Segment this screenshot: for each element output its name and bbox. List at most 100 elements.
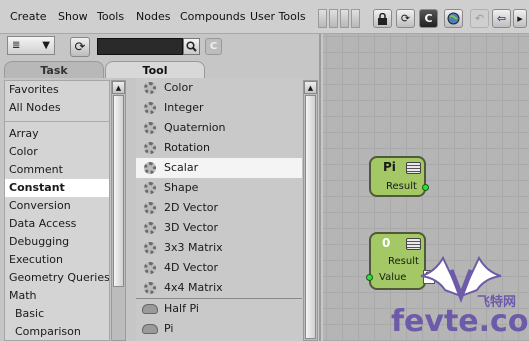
back-button[interactable]: ⇦	[492, 9, 511, 28]
category-comment[interactable]: Comment	[5, 161, 109, 179]
tool-item-label: Pi	[164, 322, 174, 335]
tool-item-quaternion[interactable]: Quaternion	[136, 118, 302, 138]
tool-item-4d-vector[interactable]: 4D Vector	[136, 258, 302, 278]
tool-item-pi[interactable]: Pi	[136, 319, 302, 339]
category-color[interactable]: Color	[5, 143, 109, 161]
gear-icon	[144, 142, 156, 154]
category-scroll-thumb[interactable]	[113, 95, 124, 287]
c-icon: C	[209, 41, 218, 52]
library-refresh-button[interactable]: ⟳	[70, 37, 90, 57]
category-execution[interactable]: Execution	[5, 251, 109, 269]
menu-nodes[interactable]: Nodes	[136, 10, 170, 23]
tool-item-label: 4D Vector	[164, 261, 219, 274]
category-basic[interactable]: Basic	[5, 305, 109, 323]
pi-node[interactable]: Pi Result	[369, 156, 429, 197]
tool-item-label: Color	[164, 81, 193, 94]
c-button[interactable]: C	[419, 9, 438, 28]
category-list: Favorites All Nodes Array Color Comment …	[4, 80, 110, 341]
tool-item-2d-vector[interactable]: 2D Vector	[136, 198, 302, 218]
tool-scrollbar[interactable]: ▲	[303, 80, 318, 341]
tool-item-label: Shape	[164, 181, 199, 194]
category-debugging[interactable]: Debugging	[5, 233, 109, 251]
clear-search-button[interactable]: C	[205, 38, 222, 55]
node-menu-icon[interactable]	[406, 238, 421, 250]
category-scrollbar[interactable]: ▲	[111, 80, 126, 341]
refresh-icon: ⟳	[400, 12, 411, 25]
tool-item-shape[interactable]: Shape	[136, 178, 302, 198]
tool-item-label: 4x4 Matrix	[164, 281, 223, 294]
tool-item-4x4-matrix[interactable]: 4x4 Matrix	[136, 278, 302, 298]
forward-button[interactable]: ▸	[513, 9, 527, 28]
node-title: 0	[382, 236, 391, 250]
category-favorites[interactable]: Favorites	[5, 81, 109, 99]
lock-button[interactable]	[373, 9, 392, 28]
refresh-icon: ⟳	[74, 39, 86, 55]
toolbar-grip-2[interactable]	[329, 9, 338, 28]
forward-icon: ▸	[517, 12, 523, 25]
gear-icon	[144, 282, 156, 294]
tool-item-color[interactable]: Color	[136, 78, 302, 98]
menu-compounds[interactable]: Compounds	[180, 10, 246, 23]
tab-tool[interactable]: Tool	[105, 61, 205, 78]
input-port[interactable]	[366, 274, 373, 281]
gear-icon	[144, 162, 156, 174]
compound-icon	[142, 324, 158, 334]
gear-icon	[144, 202, 156, 214]
category-conversion[interactable]: Conversion	[5, 197, 109, 215]
refresh-button[interactable]: ⟳	[396, 9, 415, 28]
category-array[interactable]: Array	[5, 125, 109, 143]
tool-item-label: Quaternion	[164, 121, 226, 134]
chevron-down-icon: ▼	[42, 40, 50, 51]
watermark-logo: 飞特网 fevte.com	[391, 250, 529, 341]
tool-list: Color Integer Quaternion Rotation Scalar…	[136, 78, 302, 341]
toolbar-grip-3[interactable]	[340, 9, 349, 28]
gear-icon	[144, 182, 156, 194]
category-math[interactable]: Math	[5, 287, 109, 305]
category-constant[interactable]: Constant	[5, 179, 109, 197]
category-comparison[interactable]: Comparison	[5, 323, 109, 340]
tab-task[interactable]: Task	[4, 61, 104, 78]
tool-item-label: 3x3 Matrix	[164, 241, 223, 254]
gear-icon	[144, 82, 156, 94]
menu-create[interactable]: Create	[10, 10, 47, 23]
tool-item-label: Rotation	[164, 141, 211, 154]
output-port[interactable]	[422, 184, 429, 191]
c-icon: C	[424, 12, 433, 25]
scroll-up-arrow[interactable]: ▲	[112, 81, 125, 94]
compound-icon	[142, 304, 158, 314]
tool-item-half-pi[interactable]: Half Pi	[136, 299, 302, 319]
gear-icon	[144, 222, 156, 234]
tool-item-label: Scalar	[164, 161, 199, 174]
tool-item-rotation[interactable]: Rotation	[136, 138, 302, 158]
back-arrow-icon: ⇦	[496, 12, 507, 25]
search-button[interactable]	[183, 38, 200, 55]
gear-icon	[144, 122, 156, 134]
menu-user-tools[interactable]: User Tools	[250, 10, 306, 23]
graph-canvas[interactable]: Pi Result 0 Result Value 0 飞特网 fevte.com	[323, 34, 529, 341]
menu-show[interactable]: Show	[58, 10, 88, 23]
tool-item-label: 2D Vector	[164, 201, 219, 214]
search-input[interactable]	[97, 38, 183, 55]
category-data-access[interactable]: Data Access	[5, 215, 109, 233]
menu-bar: Create Show Tools Nodes Compounds User T…	[0, 0, 529, 34]
toolbar-grip-4[interactable]	[351, 9, 360, 28]
undo-button[interactable]: ↶	[470, 9, 489, 28]
toolbar-grip-1[interactable]	[318, 9, 327, 28]
filter-dropdown[interactable]: ≣ ▼	[7, 36, 55, 55]
gear-icon	[144, 262, 156, 274]
scroll-up-arrow[interactable]: ▲	[304, 81, 317, 94]
gear-icon	[144, 102, 156, 114]
category-geometry-queries[interactable]: Geometry Queries	[5, 269, 109, 287]
tool-item-scalar[interactable]: Scalar	[136, 158, 302, 178]
node-menu-icon[interactable]	[406, 162, 421, 174]
node-title: Pi	[383, 160, 396, 174]
menu-tools[interactable]: Tools	[97, 10, 124, 23]
watermark-text: fevte.com	[391, 304, 529, 339]
tool-item-integer[interactable]: Integer	[136, 98, 302, 118]
tool-item-3x3-matrix[interactable]: 3x3 Matrix	[136, 238, 302, 258]
globe-button[interactable]	[444, 9, 463, 28]
tool-item-3d-vector[interactable]: 3D Vector	[136, 218, 302, 238]
tool-scroll-thumb[interactable]	[305, 95, 316, 339]
category-all-nodes[interactable]: All Nodes	[5, 99, 109, 117]
port-label-result: Result	[386, 181, 417, 192]
